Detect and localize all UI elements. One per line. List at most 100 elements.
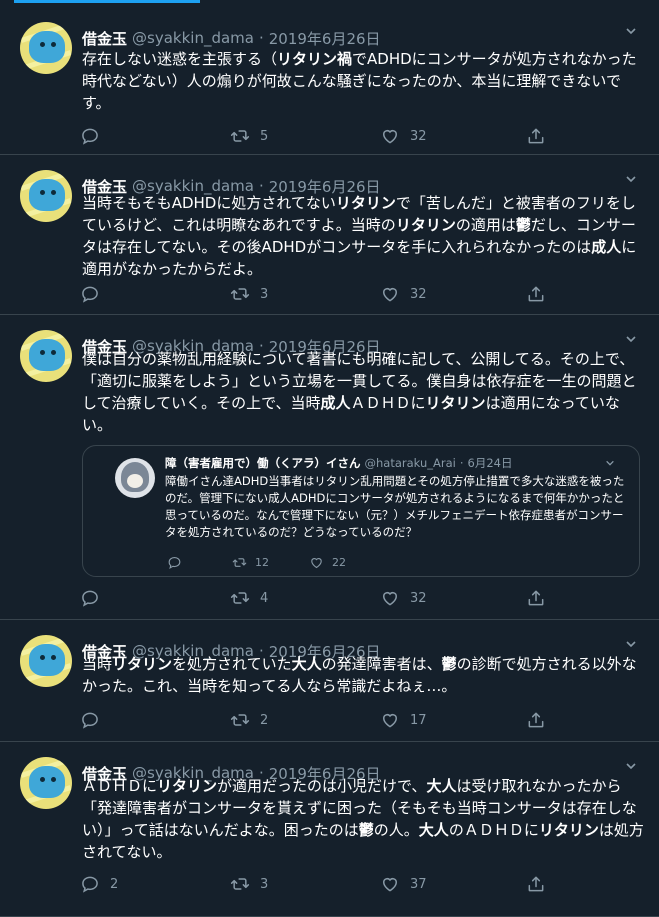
- reply-button[interactable]: [80, 708, 110, 732]
- author-name[interactable]: 借金玉: [82, 28, 127, 49]
- tweet-header: 借金玉 @syakkin_dama · 2019年6月26日: [82, 26, 381, 50]
- like-button[interactable]: 32: [380, 586, 427, 610]
- reply-icon: [167, 555, 182, 570]
- chevron-down-icon[interactable]: [625, 333, 637, 345]
- retweet-icon: [230, 284, 250, 304]
- tweet[interactable]: 借金玉 @syakkin_dama · 2019年6月26日 僕は自分の薬物乱用…: [0, 315, 659, 620]
- share-icon: [526, 710, 546, 730]
- heart-icon: [380, 588, 400, 608]
- separator-dot: ·: [459, 456, 464, 470]
- quoted-avatar[interactable]: [115, 458, 155, 498]
- reply-button[interactable]: [80, 282, 110, 306]
- share-icon: [526, 588, 546, 608]
- reply-icon: [80, 588, 100, 608]
- heart-icon: [380, 284, 400, 304]
- quoted-reply-button[interactable]: [167, 553, 190, 571]
- quoted-date[interactable]: 6月24日: [468, 455, 513, 471]
- reply-button[interactable]: [80, 124, 110, 148]
- heart-icon: [380, 710, 400, 730]
- share-icon: [526, 874, 546, 894]
- tweet-actions: 3 32: [80, 282, 550, 306]
- tweet[interactable]: 借金玉 @syakkin_dama · 2019年6月26日 当時そもそもADH…: [0, 155, 659, 315]
- retweet-count: 3: [260, 286, 269, 302]
- heart-icon: [380, 874, 400, 894]
- quoted-author-name[interactable]: 障（害者雇用で）働（くアラ）イさん: [165, 455, 361, 471]
- share-icon: [526, 126, 546, 146]
- avatar[interactable]: [20, 330, 72, 382]
- tweet[interactable]: 借金玉 @syakkin_dama · 2019年6月26日 当時リタリンを処方…: [0, 620, 659, 742]
- tweet-date[interactable]: 2019年6月26日: [269, 28, 381, 49]
- quoted-tweet[interactable]: 障（害者雇用で）働（くアラ）イさん @hataraku_Arai · 6月24日…: [82, 445, 640, 577]
- retweet-count: 3: [260, 876, 269, 892]
- share-icon: [526, 284, 546, 304]
- reply-count: 2: [110, 876, 119, 892]
- retweet-icon: [230, 710, 250, 730]
- quoted-like-button[interactable]: 22: [309, 553, 346, 571]
- retweet-icon: [230, 126, 250, 146]
- tweet-actions: 2 3 37: [80, 872, 550, 896]
- heart-icon: [380, 126, 400, 146]
- tweet-actions: 5 32: [80, 124, 550, 148]
- tweet-text: 僕は自分の薬物乱用経験について著書にも明確に記して、公開してる。その上で、「適切…: [82, 350, 637, 434]
- separator-dot: ·: [258, 29, 264, 47]
- share-button[interactable]: [526, 872, 546, 896]
- reply-button[interactable]: [80, 586, 110, 610]
- like-count: 17: [410, 712, 427, 728]
- avatar[interactable]: [20, 22, 72, 74]
- author-handle[interactable]: @syakkin_dama: [132, 29, 254, 47]
- reply-button[interactable]: 2: [80, 872, 118, 896]
- chevron-down-icon[interactable]: [605, 458, 615, 468]
- quoted-like-count: 22: [332, 555, 346, 569]
- quoted-author-handle[interactable]: @hataraku_Arai: [365, 456, 456, 470]
- tweet-actions: 4 32: [80, 586, 550, 610]
- reply-icon: [80, 126, 100, 146]
- tweet-text: ＡＤＨＤにリタリンが適用だったのは小児だけで、大人は受け取れなかったから「発達障…: [82, 777, 644, 861]
- share-button[interactable]: [526, 124, 546, 148]
- retweet-count: 2: [260, 712, 269, 728]
- tweet-text: 存在しない迷惑を主張する（リタリン禍でADHDにコンサータが処方されなかった時代…: [82, 50, 637, 112]
- heart-icon: [309, 555, 324, 570]
- retweet-button[interactable]: 5: [230, 124, 268, 148]
- quoted-text: 障働イさん達ADHD当事者はリタリン乱用問題とその処方停止措置で多大な迷惑を被っ…: [165, 474, 625, 539]
- retweet-icon: [230, 588, 250, 608]
- retweet-icon: [232, 555, 247, 570]
- avatar[interactable]: [20, 635, 72, 687]
- chevron-down-icon[interactable]: [625, 760, 637, 772]
- quoted-actions: 12 22: [167, 553, 587, 571]
- like-button[interactable]: 32: [380, 282, 427, 306]
- tweet-actions: 2 17: [80, 708, 550, 732]
- chevron-down-icon[interactable]: [625, 638, 637, 650]
- avatar[interactable]: [20, 170, 72, 222]
- like-button[interactable]: 32: [380, 124, 427, 148]
- share-button[interactable]: [526, 282, 546, 306]
- tweet-text: 当時リタリンを処方されていた大人の発達障害者は、鬱の診断で処方される以外なかった…: [82, 655, 637, 695]
- chevron-down-icon[interactable]: [625, 173, 637, 185]
- top-tab-indicator: [0, 0, 659, 6]
- tweet[interactable]: 借金玉 @syakkin_dama · 2019年6月26日 ＡＤＨＤにリタリン…: [0, 742, 659, 917]
- chevron-down-icon[interactable]: [625, 25, 637, 37]
- retweet-button[interactable]: 2: [230, 708, 268, 732]
- active-tab-underline: [14, 0, 200, 3]
- retweet-button[interactable]: 3: [230, 282, 268, 306]
- quoted-header: 障（害者雇用で）働（くアラ）イさん @hataraku_Arai · 6月24日: [165, 455, 512, 471]
- like-button[interactable]: 37: [380, 872, 427, 896]
- like-count: 32: [410, 590, 427, 606]
- share-button[interactable]: [526, 708, 546, 732]
- like-count: 37: [410, 876, 427, 892]
- retweet-icon: [230, 874, 250, 894]
- retweet-count: 4: [260, 590, 269, 606]
- tweet[interactable]: 借金玉 @syakkin_dama · 2019年6月26日 存在しない迷惑を主…: [0, 7, 659, 155]
- share-button[interactable]: [526, 586, 546, 610]
- reply-icon: [80, 710, 100, 730]
- reply-icon: [80, 874, 100, 894]
- quoted-retweet-button[interactable]: 12: [232, 553, 269, 571]
- retweet-button[interactable]: 4: [230, 586, 268, 610]
- quoted-retweet-count: 12: [255, 555, 269, 569]
- retweet-button[interactable]: 3: [230, 872, 268, 896]
- reply-icon: [80, 284, 100, 304]
- retweet-count: 5: [260, 128, 269, 144]
- tweet-text: 当時そもそもADHDに処方されてないリタリンで「苦しんだ」と被害者のフリをしてい…: [82, 194, 637, 278]
- avatar[interactable]: [20, 757, 72, 809]
- like-button[interactable]: 17: [380, 708, 427, 732]
- like-count: 32: [410, 128, 427, 144]
